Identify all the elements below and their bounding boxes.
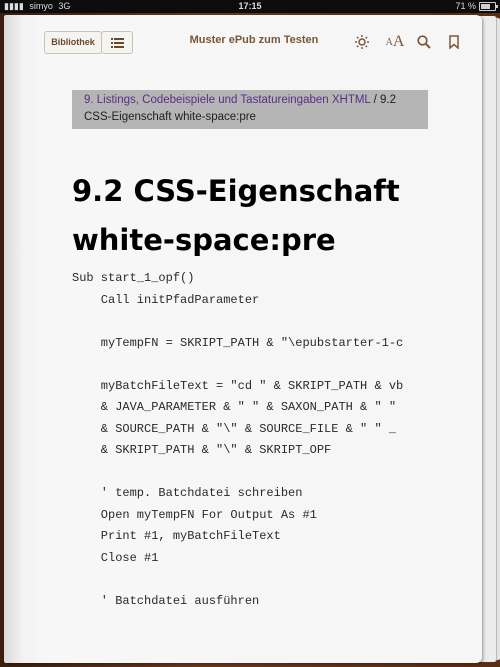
code-line: ' Batchdatei ausführen	[72, 593, 260, 608]
reader-page[interactable]: Bibliothek Muster ePub zum Testen AA 9. …	[4, 15, 482, 663]
code-line: Close #1	[72, 550, 159, 565]
search-button[interactable]	[414, 31, 434, 53]
list-icon	[110, 37, 124, 48]
reader-toolbar: Bibliothek Muster ePub zum Testen AA	[4, 15, 482, 69]
code-line: Open myTempFN For Output As #1	[72, 507, 317, 522]
bookmark-icon	[449, 35, 459, 49]
font-size-button[interactable]: AA	[381, 31, 409, 53]
breadcrumb: 9. Listings, Codebeispiele und Tastature…	[72, 90, 428, 129]
sun-icon	[355, 35, 369, 49]
bookmark-button[interactable]	[445, 31, 463, 53]
status-time: 17:15	[238, 1, 262, 11]
code-line: & SOURCE_PATH & "\" & SOURCE_FILE & " " …	[72, 421, 397, 436]
battery-percentage: 71 %	[455, 1, 476, 11]
library-button[interactable]: Bibliothek	[44, 31, 102, 54]
font-size-large-icon: A	[392, 33, 405, 50]
code-line: Call initPfadParameter	[72, 292, 260, 307]
code-line: & JAVA_PARAMETER & " " & SAXON_PATH & " …	[72, 400, 397, 414]
code-listing: Sub start_1_opf() Call initPfadParameter…	[72, 268, 438, 612]
table-of-contents-button[interactable]	[101, 31, 133, 54]
code-line: Print #1, myBatchFileText	[72, 529, 281, 543]
code-line: myBatchFileText = "cd " & SKRIPT_PATH & …	[72, 378, 404, 393]
code-line: ' temp. Batchdatei schreiben	[72, 486, 303, 500]
status-right: 71 %	[455, 0, 498, 13]
section-heading-line: white-space:pre	[72, 223, 336, 257]
font-size-small-icon: A	[385, 36, 393, 48]
code-line: & SKRIPT_PATH & "\" & SKRIPT_OPF	[72, 443, 332, 457]
section-heading: 9.2 CSS-Eigenschaft white-space:pre	[72, 167, 472, 265]
breadcrumb-section-number: 9.2	[380, 94, 396, 106]
code-line: myTempFN = SKRIPT_PATH & "\epubstarter-1…	[72, 335, 404, 350]
search-icon	[417, 35, 431, 49]
breadcrumb-chapter-link[interactable]: 9. Listings, Codebeispiele und Tastature…	[84, 94, 370, 106]
code-line: Sub start_1_opf()	[72, 271, 195, 285]
book-title: Muster ePub zum Testen	[189, 34, 319, 46]
breadcrumb-separator: /	[370, 94, 380, 106]
battery-icon	[479, 2, 498, 11]
status-bar: ▮▮▮▮ simyo 3G 17:15 71 %	[0, 0, 500, 13]
brightness-button[interactable]	[352, 31, 372, 53]
section-heading-line: 9.2 CSS-Eigenschaft	[72, 174, 400, 208]
breadcrumb-section-title: CSS-Eigenschaft white-space:pre	[84, 111, 256, 123]
